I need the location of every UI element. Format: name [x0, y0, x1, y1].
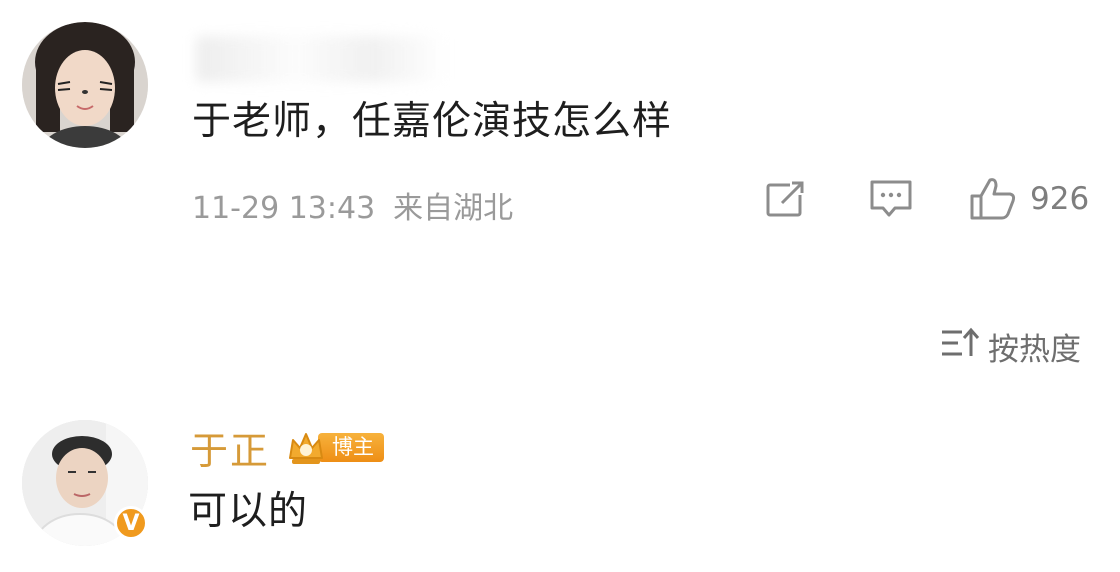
like-count: 926: [1030, 181, 1090, 217]
blurred-username: [196, 36, 446, 82]
comment-text: 于老师，任嘉伦演技怎么样: [192, 99, 673, 144]
like-button[interactable]: 926: [968, 176, 1089, 222]
reply-text: 可以的: [188, 489, 309, 534]
reply-button[interactable]: [868, 176, 914, 222]
badge-label: 博主: [318, 433, 385, 462]
sort-by-hot-toggle[interactable]: 按热度: [940, 324, 1081, 369]
share-icon: [764, 179, 808, 219]
blogger-badge: 博主: [286, 428, 385, 468]
comment-icon: [868, 178, 914, 220]
sort-icon: [940, 326, 988, 368]
comment-date: 11-29 13:43: [192, 191, 376, 226]
comment-meta: 11-29 13:43 来自湖北: [192, 183, 513, 227]
comment-location: 来自湖北: [393, 191, 514, 226]
crown-icon: [286, 428, 326, 468]
share-button[interactable]: [764, 176, 808, 222]
verified-badge: V: [114, 506, 148, 540]
author-avatar[interactable]: V: [22, 420, 148, 546]
sort-label: 按热度: [988, 332, 1081, 368]
author-row: 于正 博主: [190, 420, 385, 475]
author-name[interactable]: 于正: [190, 420, 270, 475]
thumbs-up-icon: [968, 176, 1018, 222]
commenter-avatar[interactable]: [22, 22, 148, 148]
